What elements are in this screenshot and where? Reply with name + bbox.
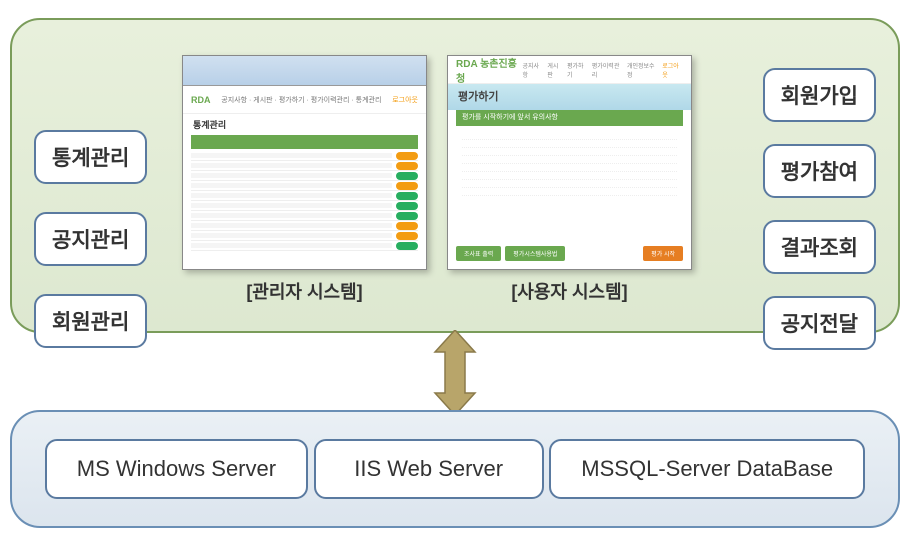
member-mgmt-box: 회원관리 <box>34 294 147 348</box>
user-nav: 공지사항 게시판 평가하기 평가이력관리 개인정보수정 로그아웃 <box>523 61 683 79</box>
admin-caption: [관리자 시스템] <box>246 278 362 304</box>
user-caption: [사용자 시스템] <box>511 278 627 304</box>
admin-system-group: RDA 공지사항 · 게시판 · 평가하기 · 평가이력관리 · 통계관리 로그… <box>182 55 427 304</box>
screenshots-row: RDA 공지사항 · 게시판 · 평가하기 · 평가이력관리 · 통계관리 로그… <box>182 55 692 304</box>
print-btn: 조사표 출력 <box>456 246 501 261</box>
admin-logo: RDA <box>191 95 211 105</box>
admin-nav: 공지사항 · 게시판 · 평가하기 · 평가이력관리 · 통계관리 <box>221 95 381 105</box>
user-features: 회원가입 평가참여 결과조회 공지전달 <box>763 68 876 350</box>
user-logo: RDA 농촌진흥청 <box>456 55 523 85</box>
systems-panel: 통계관리 공지관리 회원관리 회원가입 평가참여 결과조회 공지전달 RDA 공… <box>10 18 900 333</box>
guide-btn: 평가시스템사용법 <box>505 246 565 261</box>
infrastructure-panel: MS Windows Server IIS Web Server MSSQL-S… <box>10 410 900 528</box>
eval-participate-box: 평가참여 <box>763 144 876 198</box>
signup-box: 회원가입 <box>763 68 876 122</box>
user-screenshot: RDA 농촌진흥청 공지사항 게시판 평가하기 평가이력관리 개인정보수정 로그… <box>447 55 692 270</box>
notice-delivery-box: 공지전달 <box>763 296 876 350</box>
windows-server-box: MS Windows Server <box>45 439 308 500</box>
bidirectional-arrow-icon <box>430 330 480 415</box>
user-banner: 평가하기 <box>448 84 691 110</box>
user-system-group: RDA 농촌진흥청 공지사항 게시판 평가하기 평가이력관리 개인정보수정 로그… <box>447 55 692 304</box>
notice-mgmt-box: 공지관리 <box>34 212 147 266</box>
user-content-lines <box>448 126 691 202</box>
start-eval-btn: 평가 시작 <box>643 246 683 261</box>
mssql-server-box: MSSQL-Server DataBase <box>549 439 865 500</box>
iis-server-box: IIS Web Server <box>314 439 544 500</box>
result-view-box: 결과조회 <box>763 220 876 274</box>
admin-header: RDA 공지사항 · 게시판 · 평가하기 · 평가이력관리 · 통계관리 로그… <box>183 86 426 114</box>
stat-mgmt-box: 통계관리 <box>34 130 147 184</box>
admin-features: 통계관리 공지관리 회원관리 <box>34 130 147 348</box>
admin-section-title: 통계관리 <box>183 114 426 135</box>
user-green-header: 평가를 시작하기에 앞서 유의사항 <box>456 110 683 126</box>
user-footer: 조사표 출력 평가시스템사용법 평가 시작 <box>456 246 683 261</box>
admin-screenshot: RDA 공지사항 · 게시판 · 평가하기 · 평가이력관리 · 통계관리 로그… <box>182 55 427 270</box>
browser-chrome <box>183 56 426 86</box>
user-header: RDA 농촌진흥청 공지사항 게시판 평가하기 평가이력관리 개인정보수정 로그… <box>448 56 691 84</box>
admin-table-rows <box>183 149 426 253</box>
admin-table-header <box>191 135 418 149</box>
admin-logout: 로그아웃 <box>392 95 418 105</box>
